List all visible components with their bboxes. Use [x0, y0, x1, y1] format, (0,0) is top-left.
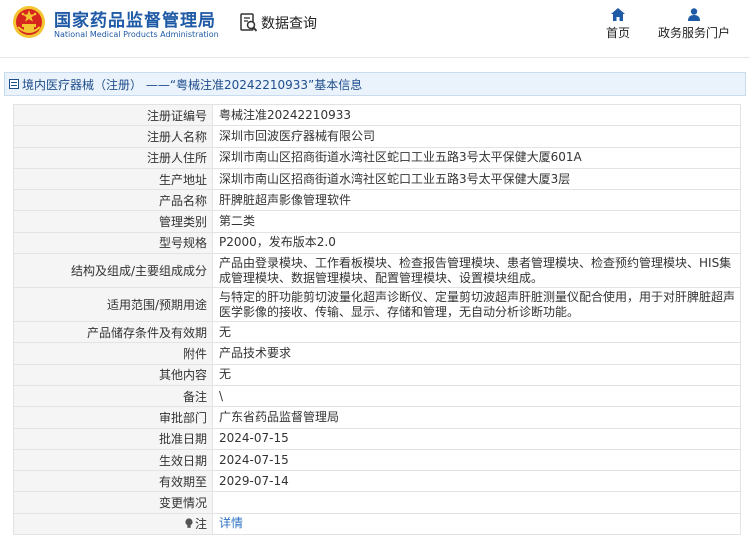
lightbulb-icon: [185, 518, 193, 529]
document-icon: [9, 79, 19, 89]
table-row: 型号规格 P2000，发布版本2.0: [13, 231, 741, 255]
row-value: 2029-07-14: [212, 470, 741, 493]
table-row: 管理类别 第二类: [13, 210, 741, 233]
row-value: 无: [212, 363, 741, 386]
row-label: 审批部门: [13, 406, 213, 429]
national-emblem-icon: [13, 6, 45, 38]
table-row: 生效日期 2024-07-15: [13, 448, 741, 472]
data-query-label: 数据查询: [261, 16, 317, 32]
note-label: 注: [194, 517, 207, 532]
row-label: 产品名称: [13, 189, 213, 212]
row-value: \: [212, 384, 741, 408]
row-label: 备注: [13, 384, 213, 408]
table-row: 备注 \: [13, 384, 741, 408]
row-label: 生产地址: [13, 167, 213, 191]
record-title-bar: 境内医疗器械（注册） ——“粤械注准20242210933”基本信息: [4, 72, 746, 96]
row-label: 有效期至: [13, 470, 213, 493]
table-row: 生产地址 深圳市南山区招商街道水湾社区蛇口工业五路3号太平保健大厦3层: [13, 167, 741, 191]
row-label: 其他内容: [13, 363, 213, 386]
nav-gov-portal[interactable]: 政务服务门户: [652, 8, 736, 41]
row-value: 产品由登录模块、工作看板模块、检查报告管理模块、患者管理模块、检查预约管理模块、…: [212, 253, 741, 289]
record-title: 境内医疗器械（注册） ——“粤械注准20242210933”基本信息: [22, 77, 363, 92]
table-row: 注册人名称 深圳市回波医疗器械有限公司: [13, 125, 741, 148]
row-value: 与特定的肝功能剪切波量化超声诊断仪、定量剪切波超声肝脏测量仪配合使用，用于对肝脾…: [212, 287, 741, 323]
row-label: 注册证编号: [13, 103, 213, 127]
site-title: 国家药品监督管理局: [54, 11, 216, 31]
row-value: 2024-07-15: [212, 427, 741, 450]
registration-info-table: 注册证编号 粤械注准20242210933 注册人名称 深圳市回波医疗器械有限公…: [13, 103, 741, 536]
nav-gov-label: 政务服务门户: [657, 26, 730, 40]
row-label: 型号规格: [13, 231, 213, 255]
data-query-link[interactable]: 数据查询: [240, 12, 317, 34]
site-header: 国家药品监督管理局 National Medical Products Admi…: [0, 0, 750, 58]
table-row: 产品名称 肝脾脏超声影像管理软件: [13, 189, 741, 212]
note-row: 注 详情: [13, 512, 741, 536]
table-row: 批准日期 2024-07-15: [13, 427, 741, 450]
note-value-cell: 详情: [212, 512, 741, 536]
row-label: 批准日期: [13, 427, 213, 450]
table-row: 注册人住所 深圳市南山区招商街道水湾社区蛇口工业五路3号太平保健大厦601A: [13, 146, 741, 169]
row-value: P2000，发布版本2.0: [212, 231, 741, 255]
row-value: 广东省药品监督管理局: [212, 406, 741, 429]
row-value: 深圳市南山区招商街道水湾社区蛇口工业五路3号太平保健大厦3层: [212, 167, 741, 191]
row-label: 适用范围/预期用途: [13, 287, 213, 323]
row-label: 生效日期: [13, 448, 213, 472]
row-label: 变更情况: [13, 491, 213, 514]
table-row: 审批部门 广东省药品监督管理局: [13, 406, 741, 429]
nav-home[interactable]: 首页: [576, 8, 660, 41]
row-value: 深圳市南山区招商街道水湾社区蛇口工业五路3号太平保健大厦601A: [212, 146, 741, 169]
details-link[interactable]: 详情: [219, 516, 243, 530]
row-value: 产品技术要求: [212, 342, 741, 365]
row-value: 第二类: [212, 210, 741, 233]
row-value: 深圳市回波医疗器械有限公司: [212, 125, 741, 148]
row-label: 结构及组成/主要组成成分: [13, 253, 213, 289]
table-row: 适用范围/预期用途 与特定的肝功能剪切波量化超声诊断仪、定量剪切波超声肝脏测量仪…: [13, 287, 741, 323]
home-icon: [611, 8, 625, 21]
row-value: 肝脾脏超声影像管理软件: [212, 189, 741, 212]
table-row: 结构及组成/主要组成成分 产品由登录模块、工作看板模块、检查报告管理模块、患者管…: [13, 253, 741, 289]
table-row: 产品储存条件及有效期 无: [13, 321, 741, 344]
table-row: 附件 产品技术要求: [13, 342, 741, 365]
row-value: 2024-07-15: [212, 448, 741, 472]
table-row: 有效期至 2029-07-14: [13, 470, 741, 493]
row-value: [212, 491, 741, 514]
row-value: 粤械注准20242210933: [212, 103, 741, 127]
table-row: 变更情况: [13, 491, 741, 514]
table-row: 其他内容 无: [13, 363, 741, 386]
row-label: 管理类别: [13, 210, 213, 233]
row-label: 注册人住所: [13, 146, 213, 169]
document-search-icon: [240, 13, 258, 32]
table-row: 注册证编号 粤械注准20242210933: [13, 103, 741, 127]
row-value: 无: [212, 321, 741, 344]
row-label: 注册人名称: [13, 125, 213, 148]
nav-home-label: 首页: [605, 26, 630, 40]
row-label: 附件: [13, 342, 213, 365]
note-label-cell: 注: [13, 512, 213, 536]
site-subtitle: National Medical Products Administration: [54, 30, 219, 39]
user-icon: [688, 8, 700, 21]
row-label: 产品储存条件及有效期: [13, 321, 213, 344]
